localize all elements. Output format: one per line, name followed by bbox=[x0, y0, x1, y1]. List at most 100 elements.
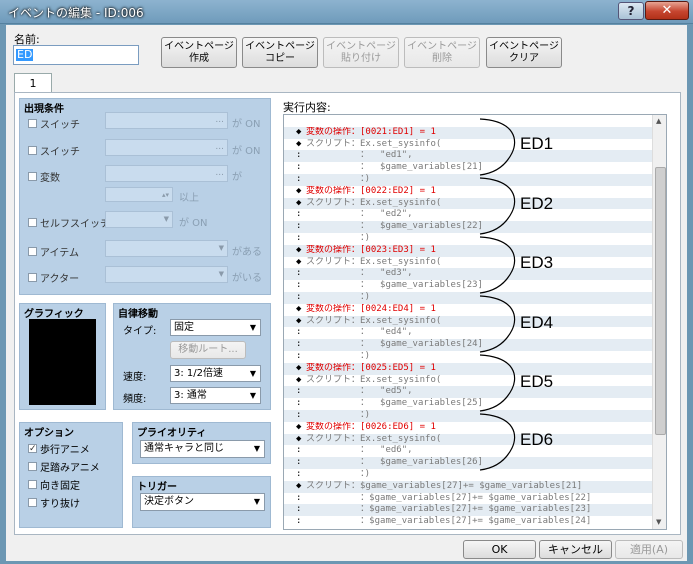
walk-anime-checkbox[interactable]: ✓ 歩行アニメ bbox=[28, 441, 90, 456]
move-type-combo[interactable]: 固定 ▼ bbox=[170, 319, 261, 336]
command-line[interactable]: : ： "ed6", bbox=[284, 445, 652, 457]
command-marker-icon: ◆ bbox=[296, 421, 302, 432]
command-line[interactable]: ◆ 変数の操作：[0022:ED2] = 1 bbox=[284, 186, 652, 198]
variable-above-label: 以上 bbox=[179, 193, 199, 204]
copy-page-button[interactable]: イベントページ コピー bbox=[242, 37, 318, 68]
direction-fix-checkbox[interactable]: 向き固定 bbox=[28, 477, 80, 492]
ok-button[interactable]: OK bbox=[463, 540, 536, 559]
clear-page-button[interactable]: イベントページ クリア bbox=[486, 37, 562, 68]
frequency-label: 頻度: bbox=[123, 394, 147, 405]
command-line[interactable]: : ：) bbox=[284, 469, 652, 481]
command-text: ： $game_variables[22] bbox=[306, 221, 483, 232]
through-checkbox[interactable]: すり抜け bbox=[28, 495, 80, 510]
step-anime-checkbox[interactable]: 足踏みアニメ bbox=[28, 459, 100, 474]
command-line[interactable]: : ：$game_variables[27]+= $game_variables… bbox=[284, 493, 652, 505]
command-line[interactable]: ◆ 変数の操作：[0026:ED6] = 1 bbox=[284, 422, 652, 434]
variable-field[interactable]: ... bbox=[105, 165, 228, 182]
command-line[interactable]: : ： $game_variables[22] bbox=[284, 221, 652, 233]
switch1-checkbox[interactable]: スイッチ bbox=[28, 116, 80, 131]
command-line[interactable]: : ： $game_variables[21] bbox=[284, 162, 652, 174]
command-line[interactable]: : ：) bbox=[284, 292, 652, 304]
variable-checkbox[interactable]: 変数 bbox=[28, 169, 60, 184]
trigger-combo[interactable]: 決定ボタン ▼ bbox=[140, 493, 265, 511]
command-text: ：) bbox=[306, 233, 371, 243]
paste-page-button[interactable]: イベントページ 貼り付け bbox=[323, 37, 399, 68]
command-line[interactable]: : ： "ed2", bbox=[284, 209, 652, 221]
command-line[interactable]: : ： "ed5", bbox=[284, 386, 652, 399]
actor-checkbox[interactable]: アクター bbox=[28, 270, 79, 285]
continuation-marker: : bbox=[296, 150, 302, 161]
command-line[interactable]: : ： $game_variables[24] bbox=[284, 339, 652, 351]
continuation-marker: : bbox=[296, 162, 302, 173]
delete-page-button[interactable]: イベントページ 削除 bbox=[404, 37, 480, 68]
help-button[interactable]: ? bbox=[618, 2, 644, 20]
command-line[interactable]: ◆ スクリプト：Ex.set_sysinfo( bbox=[284, 197, 652, 210]
command-line[interactable]: ◆ スクリプト：Ex.set_sysinfo( bbox=[284, 257, 652, 269]
tab-page-1[interactable]: 1 bbox=[14, 73, 52, 93]
command-line[interactable]: ◆ 変数の操作：[0023:ED3] = 1 bbox=[284, 244, 652, 257]
annotation-ed5: ED5 bbox=[520, 372, 554, 391]
close-button[interactable]: ✕ bbox=[645, 1, 689, 20]
switch1-field[interactable]: ... bbox=[105, 112, 228, 129]
item-checkbox[interactable]: アイテム bbox=[28, 244, 79, 259]
command-line[interactable]: ◆ スクリプト：$game_variables[27]+= $game_varia… bbox=[284, 480, 652, 493]
self-switch-on-label: が ON bbox=[179, 218, 208, 229]
graphic-preview[interactable] bbox=[29, 319, 96, 405]
command-text: スクリプト：Ex.set_sysinfo( bbox=[306, 315, 442, 326]
scroll-up-icon[interactable]: ▲ bbox=[656, 117, 661, 125]
checkbox-icon bbox=[28, 462, 37, 471]
continuation-marker: : bbox=[296, 504, 302, 515]
frequency-combo[interactable]: 3: 通常 ▼ bbox=[170, 387, 261, 404]
autonomous-panel: 自律移動 タイプ: 固定 ▼ 移動ルート... 速度: 3: 1/2倍速 ▼ 頻度:… bbox=[113, 303, 271, 410]
command-line[interactable]: : ：) bbox=[284, 410, 652, 422]
command-line[interactable]: ◆ スクリプト：Ex.set_sysinfo( bbox=[284, 139, 652, 151]
item-combo[interactable]: ▼ bbox=[105, 240, 228, 257]
command-line[interactable]: ◆ スクリプト：Ex.set_sysinfo( bbox=[284, 375, 652, 387]
graphic-panel: グラフィック bbox=[19, 303, 106, 410]
apply-button[interactable]: 適用(A) bbox=[615, 540, 683, 559]
chevron-down-icon: ▼ bbox=[253, 497, 260, 506]
self-switch-combo[interactable]: ▼ bbox=[105, 211, 173, 228]
self-switch-checkbox[interactable]: セルフスイッチ bbox=[28, 215, 110, 230]
switch2-field[interactable]: ... bbox=[105, 139, 228, 156]
priority-combo[interactable]: 通常キャラと同じ ▼ bbox=[140, 440, 265, 458]
command-line[interactable]: : ： $game_variables[25] bbox=[284, 398, 652, 410]
create-page-button[interactable]: イベントページ 作成 bbox=[161, 37, 237, 68]
cancel-button[interactable]: キャンセル bbox=[539, 540, 612, 559]
command-line[interactable]: : ：$game_variables[27]+= $game_variables… bbox=[284, 516, 652, 528]
continuation-marker: : bbox=[296, 445, 302, 456]
command-text: ：) bbox=[306, 469, 371, 479]
command-line[interactable]: ◆ スクリプト：Ex.set_sysinfo( bbox=[284, 433, 652, 446]
command-line[interactable]: ◆ 変数の操作：[0021:ED1] = 1 bbox=[284, 126, 652, 139]
command-text: ： "ed5", bbox=[306, 386, 413, 397]
command-text: スクリプト：Ex.set_sysinfo( bbox=[306, 256, 442, 267]
command-text: ： "ed3", bbox=[306, 268, 413, 279]
command-line[interactable]: : ：) bbox=[284, 351, 652, 363]
command-line[interactable]: ◆ スクリプト：Ex.set_sysinfo( bbox=[284, 315, 652, 328]
command-marker-icon: ◆ bbox=[296, 244, 302, 255]
command-line[interactable]: : ：$game_variables[27]+= $game_variables… bbox=[284, 504, 652, 517]
command-line[interactable]: ◆ 変数の操作：[0024:ED4] = 1 bbox=[284, 304, 652, 316]
name-input[interactable]: ED bbox=[13, 45, 139, 65]
variable-value-spinner[interactable]: ▴▾ bbox=[105, 187, 173, 202]
actor-combo[interactable]: ▼ bbox=[105, 266, 228, 283]
scroll-down-icon[interactable]: ▼ bbox=[656, 518, 661, 526]
command-marker-icon: ◆ bbox=[296, 374, 302, 385]
speed-combo[interactable]: 3: 1/2倍速 ▼ bbox=[170, 365, 261, 382]
command-line[interactable]: : ： "ed1", bbox=[284, 150, 652, 163]
command-line[interactable]: : ：) bbox=[284, 174, 652, 186]
command-line[interactable]: : ： $game_variables[26] bbox=[284, 457, 652, 469]
command-line[interactable]: : ：) bbox=[284, 233, 652, 245]
move-route-button[interactable]: 移動ルート... bbox=[170, 341, 246, 359]
command-line[interactable]: ◆ 変数の操作：[0025:ED5] = 1 bbox=[284, 362, 652, 375]
annotation-ed1: ED1 bbox=[520, 134, 554, 153]
command-line[interactable]: : ： "ed4", bbox=[284, 327, 652, 339]
continuation-marker: : bbox=[296, 339, 302, 350]
scroll-thumb[interactable] bbox=[655, 167, 666, 435]
command-line[interactable]: : ： "ed3", bbox=[284, 268, 652, 281]
contents-list[interactable]: : ：$game_variables[27]+= $game_variables… bbox=[283, 114, 667, 530]
command-line[interactable]: : ： $game_variables[23] bbox=[284, 280, 652, 292]
switch2-checkbox[interactable]: スイッチ bbox=[28, 143, 80, 158]
command-line[interactable] bbox=[284, 115, 652, 127]
contents-scrollbar[interactable]: ▲ ▼ bbox=[652, 115, 666, 529]
